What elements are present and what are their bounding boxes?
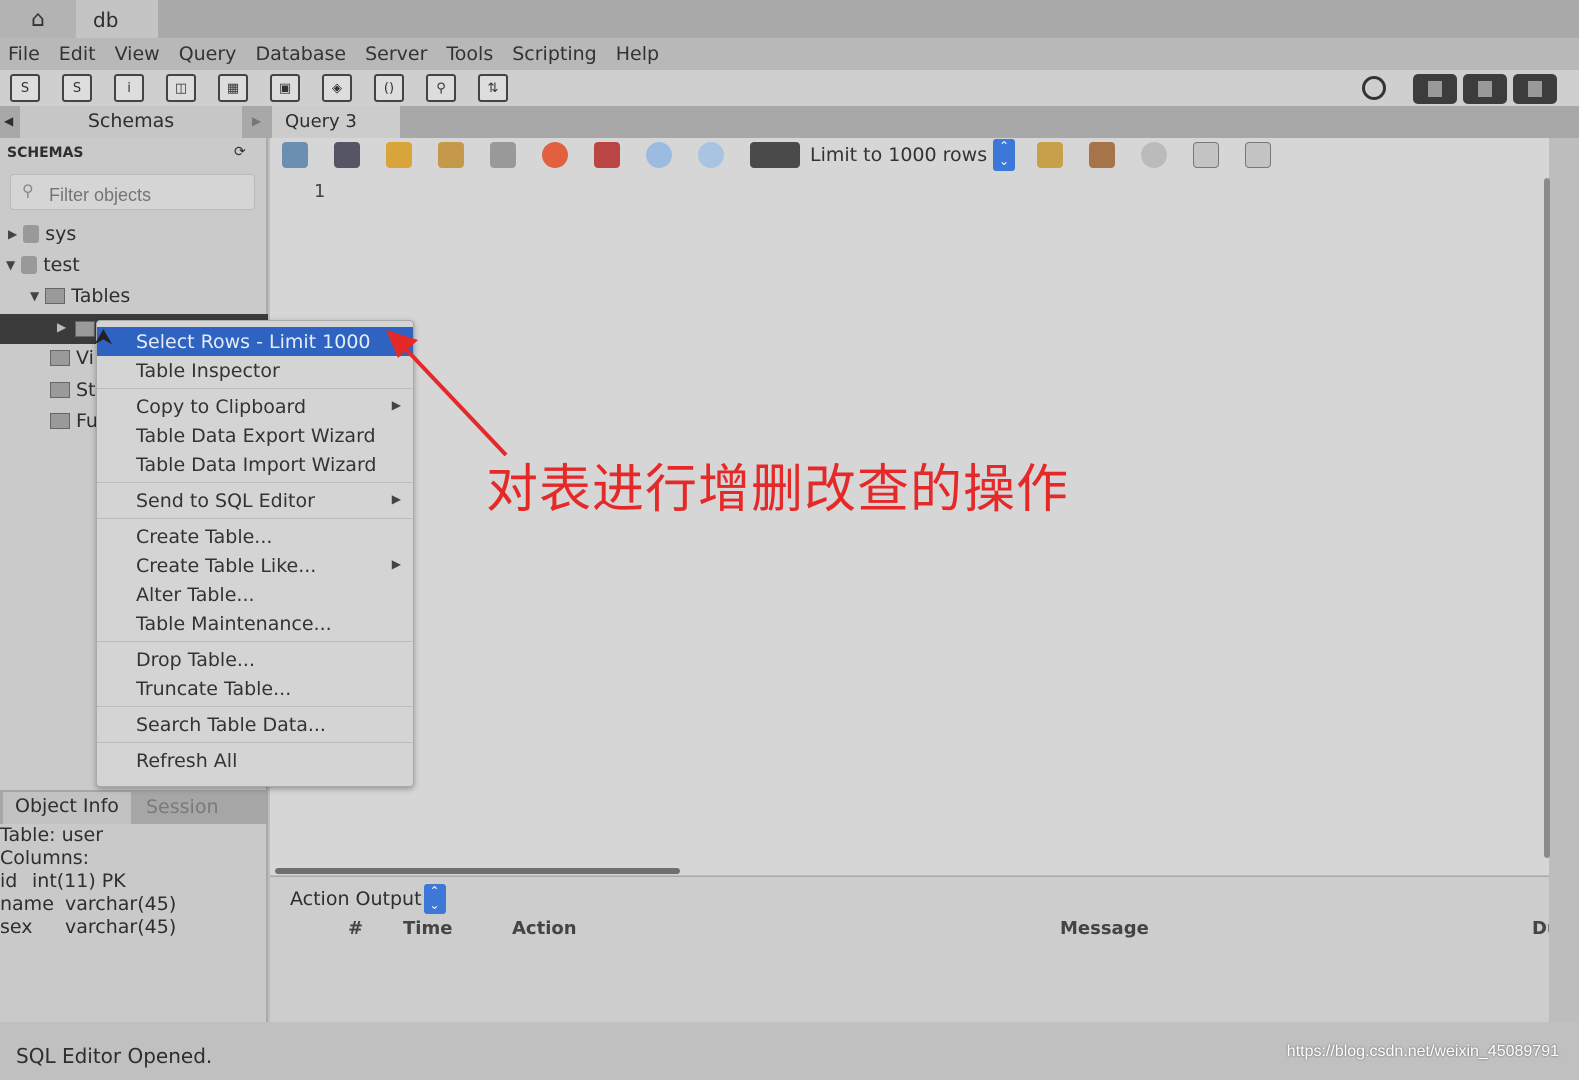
annotation-text: 对表进行增删改查的操作 <box>486 460 1070 520</box>
annotation-arrow <box>386 330 508 457</box>
arrow-line <box>400 343 508 457</box>
arrow-head <box>386 330 418 358</box>
